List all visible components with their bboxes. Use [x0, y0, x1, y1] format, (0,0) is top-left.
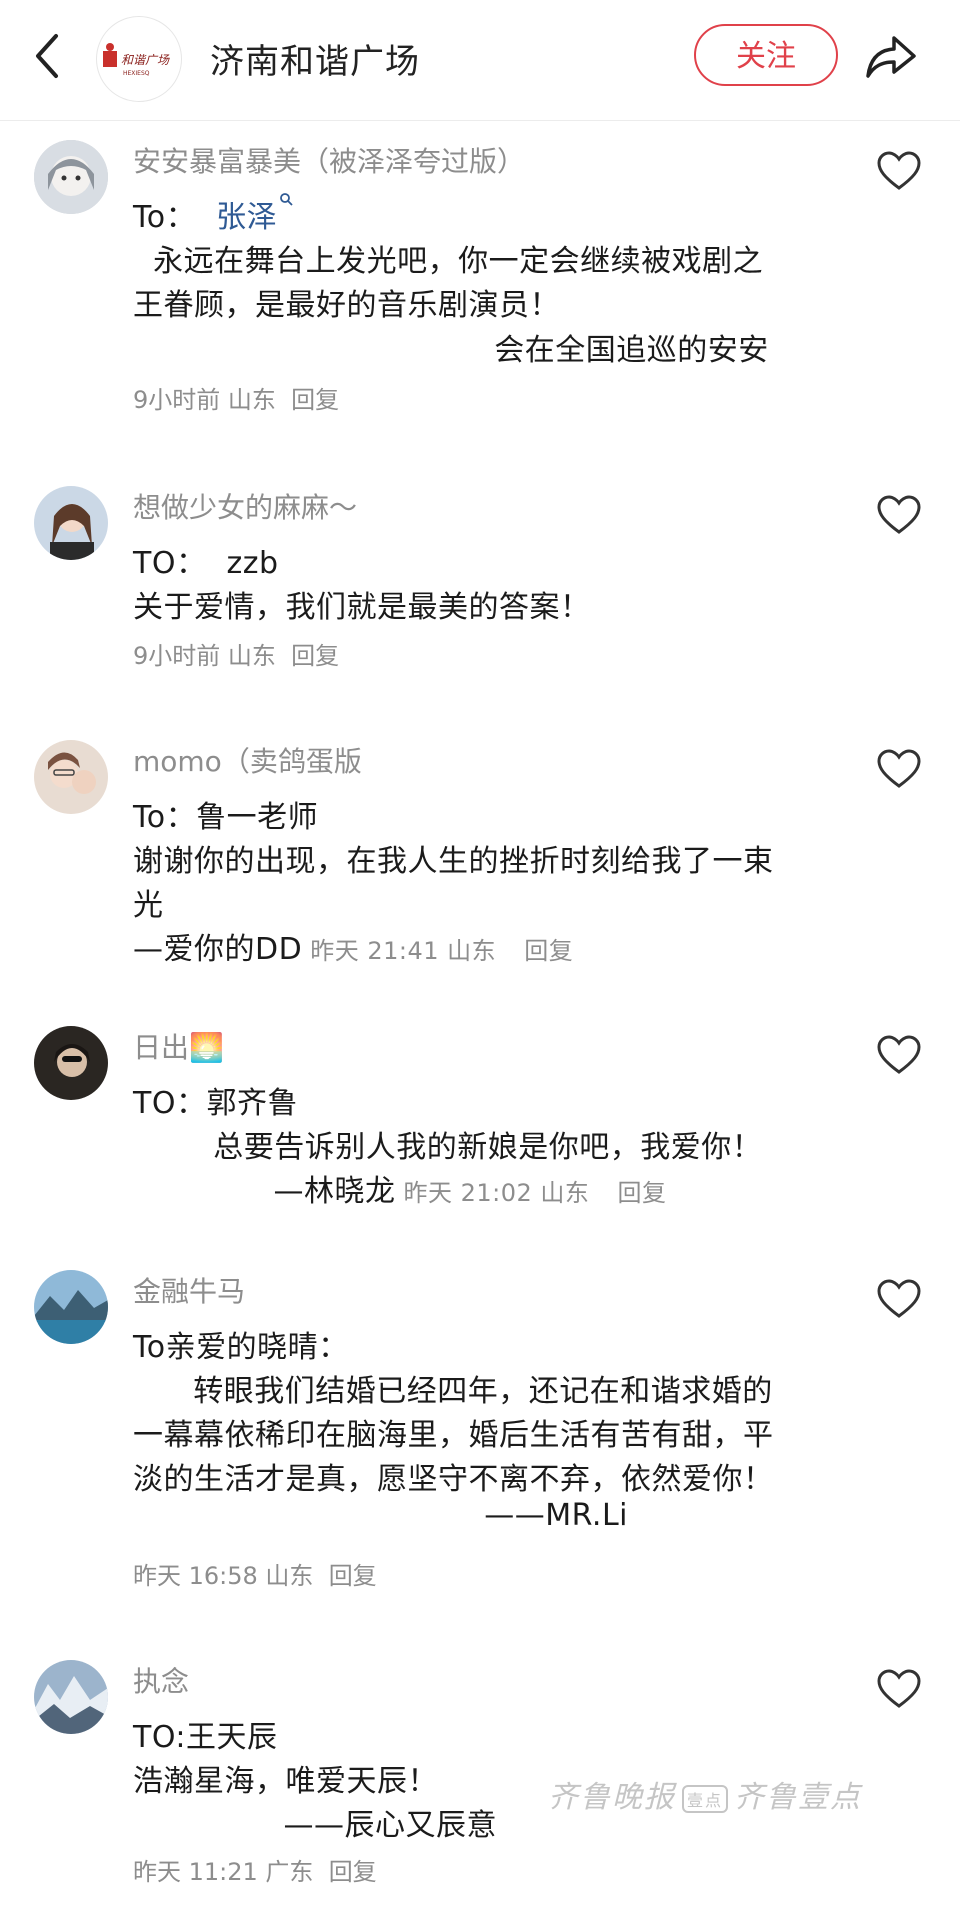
username[interactable]: 日出🌅: [133, 1026, 224, 1066]
avatar[interactable]: [34, 1026, 108, 1100]
avatar-image: [34, 1026, 108, 1100]
comment-meta: 9小时前 山东 回复: [133, 636, 339, 671]
to-prefix: To：: [133, 200, 217, 235]
heart-icon[interactable]: [876, 494, 922, 536]
comment-line: TO： zzb: [133, 546, 279, 581]
share-icon[interactable]: [864, 28, 920, 84]
heart-icon[interactable]: [876, 150, 922, 192]
comment-meta: 9小时前 山东 回复: [133, 380, 339, 415]
comment-line: 一幕幕依稀印在脑海里，婚后生活有苦有甜，平: [133, 1418, 774, 1453]
comment-line: ——辰心又辰意: [133, 1808, 498, 1843]
avatar[interactable]: [34, 1270, 108, 1344]
time-location: 9小时前 山东: [133, 642, 276, 670]
comment-line: 转眼我们结婚已经四年，还记在和谐求婚的: [133, 1374, 773, 1409]
comment-line: To：鲁一老师: [133, 800, 319, 835]
username[interactable]: 金融牛马: [133, 1270, 245, 1310]
logo-text: 和谐广场: [121, 53, 170, 67]
watermark-box: 壹点: [682, 1784, 729, 1813]
back-arrow-icon[interactable]: [28, 30, 68, 82]
username[interactable]: 想做少女的麻麻～: [133, 486, 357, 526]
reply-button[interactable]: 回复: [618, 1179, 667, 1207]
comment-line: 光: [133, 888, 164, 923]
comment-line: —爱你的DD 昨天 21:41 山东 回复: [133, 924, 573, 968]
comment-line: 总要告诉别人我的新娘是你吧，我爱你！: [133, 1130, 763, 1165]
watermark-right: 齐鲁壹点: [734, 1780, 863, 1815]
avatar-image: [34, 140, 108, 214]
account-logo[interactable]: 和谐广场 HEXIESQ: [96, 16, 182, 102]
avatar[interactable]: [34, 486, 108, 560]
comment-line: —林晓龙 昨天 21:02 山东 回复: [133, 1166, 667, 1210]
logo-graphic: 和谐广场 HEXIESQ: [103, 43, 170, 77]
time-location: 昨天 21:02 山东: [403, 1179, 590, 1207]
username[interactable]: 执念: [133, 1660, 189, 1700]
comment-line: ——MR.Li: [133, 1498, 629, 1533]
time-location: 9小时前 山东: [133, 386, 276, 414]
comment-line: 浩瀚星海，唯爱天辰！: [133, 1764, 438, 1799]
comment-line: 王眷顾，是最好的音乐剧演员！: [133, 288, 560, 323]
comment-line: To： 张泽: [133, 192, 293, 236]
signature: —林晓龙: [133, 1174, 396, 1209]
sunrise-icon: 🌅: [189, 1031, 224, 1064]
heart-icon[interactable]: [876, 748, 922, 790]
avatar-image: [34, 486, 108, 560]
reply-button[interactable]: 回复: [524, 937, 573, 965]
avatar-image: [34, 740, 108, 814]
logo-subtext: HEXIESQ: [123, 70, 150, 77]
comment-line: 谢谢你的出现，在我人生的挫折时刻给我了一束: [133, 844, 774, 879]
mention-link[interactable]: 张泽: [216, 200, 277, 235]
signature: —爱你的DD: [133, 932, 303, 967]
avatar[interactable]: [34, 1660, 108, 1734]
comment-line: 淡的生活才是真，愿坚守不离不弃，依然爱你！: [133, 1462, 774, 1497]
time-location: 昨天 16:58 山东: [133, 1562, 314, 1590]
heart-icon[interactable]: [876, 1034, 922, 1076]
search-icon[interactable]: [279, 192, 293, 206]
avatar[interactable]: [34, 740, 108, 814]
top-bar: 和谐广场 HEXIESQ 济南和谐广场 关注: [0, 0, 960, 121]
comment-line: 会在全国追巡的安安: [133, 333, 769, 368]
avatar-image: [34, 1270, 108, 1344]
avatar-image: [34, 1660, 108, 1734]
reply-button[interactable]: 回复: [291, 386, 339, 414]
comment-line: TO:王天辰: [133, 1720, 278, 1755]
heart-icon[interactable]: [876, 1278, 922, 1320]
avatar[interactable]: [34, 140, 108, 214]
time-location: 昨天 21:41 山东: [310, 937, 497, 965]
reply-button[interactable]: 回复: [329, 1858, 377, 1886]
comment-meta: 昨天 16:58 山东 回复: [133, 1556, 377, 1591]
comment-line: 永远在舞台上发光吧，你一定会继续被戏剧之: [133, 244, 764, 279]
reply-button[interactable]: 回复: [291, 642, 339, 670]
follow-button[interactable]: 关注: [694, 24, 838, 86]
comment-line: 关于爱情，我们就是最美的答案！: [133, 590, 591, 625]
time-location: 昨天 11:21 广东: [133, 1858, 314, 1886]
username[interactable]: 安安暴富暴美（被泽泽夸过版）: [133, 140, 525, 180]
reply-button[interactable]: 回复: [329, 1562, 377, 1590]
comment-line: TO：郭齐鲁: [133, 1086, 298, 1121]
comment-line: To亲爱的晓晴：: [133, 1330, 349, 1365]
page-title: 济南和谐广场: [210, 42, 420, 82]
heart-icon[interactable]: [876, 1668, 922, 1710]
username[interactable]: momo（卖鸽蛋版: [133, 740, 362, 780]
watermark: 齐鲁晚报 壹点 齐鲁壹点: [548, 1772, 862, 1816]
watermark-left: 齐鲁晚报: [548, 1780, 676, 1815]
comment-meta: 昨天 11:21 广东 回复: [133, 1852, 377, 1887]
